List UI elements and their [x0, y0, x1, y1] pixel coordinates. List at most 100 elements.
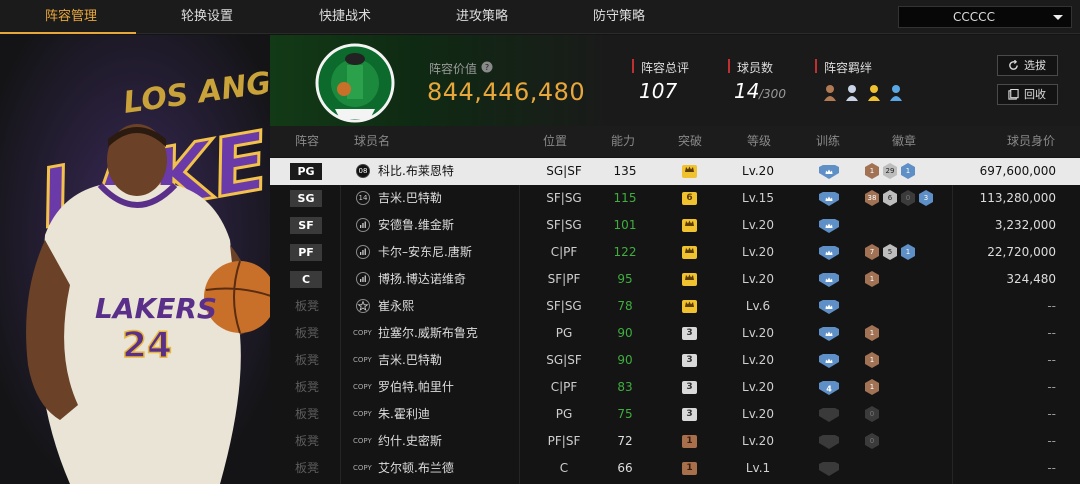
player-market-value: -- — [1047, 461, 1056, 475]
table-row[interactable]: 板凳 COPY 艾尔顿.布兰德 C 66 1 Lv.1 -- — [270, 455, 1080, 482]
position-slot-badge[interactable]: C — [290, 271, 322, 288]
player-market-value: 22,720,000 — [987, 245, 1056, 259]
copy-card-icon: COPY — [353, 383, 372, 391]
player-name[interactable]: 吉米.巴特勒 — [378, 185, 442, 212]
player-name[interactable]: 拉塞尔.威斯布鲁克 — [378, 320, 478, 347]
training-badge[interactable] — [819, 192, 839, 206]
training-badge[interactable] — [819, 273, 839, 287]
tab-quick-tactics[interactable]: 快捷战术 — [319, 0, 371, 34]
badge-level-icon[interactable]: 1 — [865, 379, 879, 395]
table-row[interactable]: PG 08 科比.布莱恩特 SG|SF 135 Lv.20 1 29 1 697,600,000 — [270, 158, 1080, 185]
training-badge[interactable] — [819, 219, 839, 233]
training-badge[interactable] — [819, 435, 839, 449]
position-slot-badge[interactable]: PG — [290, 163, 322, 180]
table-row[interactable]: SF 安德鲁.维金斯 SF|SG 101 Lv.20 3,232,000 — [270, 212, 1080, 239]
player-level: Lv.1 — [745, 461, 771, 475]
badge-level-icon[interactable]: 0 — [865, 406, 879, 422]
player-name[interactable]: 卡尔–安东尼.唐斯 — [378, 239, 472, 266]
badge-level-icon[interactable]: 1 — [901, 244, 915, 260]
badge-level-icon[interactable]: 29 — [883, 163, 897, 179]
player-count-max: /300 — [759, 87, 786, 101]
badge-level-icon[interactable]: 1 — [865, 163, 879, 179]
badge-level-icon[interactable]: 6 — [883, 190, 897, 206]
bond-bronze-icon — [824, 85, 836, 101]
recycle-button[interactable]: 回收 — [997, 84, 1058, 105]
player-market-value: -- — [1047, 407, 1056, 421]
breakthrough-badge: 1 — [682, 462, 697, 475]
training-badge[interactable] — [819, 246, 839, 260]
player-name[interactable]: 吉米.巴特勒 — [378, 347, 442, 374]
table-row[interactable]: 板凳 COPY 朱.霍利迪 PG 75 3 Lv.20 0 -- — [270, 401, 1080, 428]
position-slot-badge[interactable]: PF — [290, 244, 322, 261]
table-row[interactable]: 板凳 COPY 拉塞尔.威斯布鲁克 PG 90 3 Lv.20 1 -- — [270, 320, 1080, 347]
table-row[interactable]: SG 14 吉米.巴特勒 SF|SG 115 6 Lv.15 38 6 0 3 113,280,000 — [270, 185, 1080, 212]
player-market-value: -- — [1047, 380, 1056, 394]
crown-icon — [685, 274, 694, 280]
table-row[interactable]: 板凳 COPY 吉米.巴特勒 SG|SF 90 3 Lv.20 1 -- — [270, 347, 1080, 374]
player-name[interactable]: 罗伯特.帕里什 — [378, 374, 454, 401]
player-level: Lv.20 — [742, 218, 774, 232]
help-icon[interactable]: ? — [481, 61, 493, 73]
featured-player-portrait: LOS ANGELES LAKERS LAKERS 24 — [0, 35, 270, 484]
chevron-down-icon — [1053, 15, 1063, 20]
player-position: PG — [555, 326, 573, 340]
player-ability: 122 — [613, 245, 637, 259]
badge-level-icon[interactable]: 5 — [883, 244, 897, 260]
badge-level-icon[interactable]: 0 — [865, 433, 879, 449]
tab-offense-strategy[interactable]: 进攻策略 — [456, 0, 508, 34]
shield-icon — [819, 435, 839, 449]
training-badge[interactable] — [819, 462, 839, 476]
team-dropdown[interactable]: CCCCC — [898, 6, 1072, 28]
training-badge[interactable] — [819, 408, 839, 422]
training-badge[interactable] — [819, 300, 839, 314]
crown-icon — [685, 301, 694, 307]
badge-level-icon[interactable]: 38 — [865, 190, 879, 206]
player-ability: 90 — [617, 326, 633, 340]
table-row[interactable]: 板凳 COPY 罗伯特.帕里什 C|PF 83 3 Lv.20 4 1 -- — [270, 374, 1080, 401]
training-badge[interactable]: 4 — [819, 381, 839, 395]
player-name[interactable]: 艾尔顿.布兰德 — [378, 455, 454, 482]
badge-level-icon[interactable]: 3 — [919, 190, 933, 206]
shield-icon — [819, 165, 839, 179]
player-ability: 101 — [613, 218, 637, 232]
badge-level-icon[interactable]: 1 — [865, 325, 879, 341]
player-level: Lv.20 — [742, 407, 774, 421]
badge-level-icon[interactable]: 1 — [901, 163, 915, 179]
player-name[interactable]: 朱.霍利迪 — [378, 401, 430, 428]
table-row[interactable]: 板凳 COPY 约什.史密斯 PF|SF 72 1 Lv.20 0 -- — [270, 428, 1080, 455]
tab-lineup-management[interactable]: 阵容管理 — [45, 0, 97, 34]
player-name[interactable]: 科比.布莱恩特 — [378, 158, 454, 185]
table-row[interactable]: PF 卡尔–安东尼.唐斯 C|PF 122 Lv.20 7 5 1 22,720,000 — [270, 239, 1080, 266]
tab-rotation-settings[interactable]: 轮换设置 — [181, 0, 233, 34]
player-name[interactable]: 博扬.博达诺维奇 — [378, 266, 466, 293]
player-position: C|PF — [550, 245, 578, 259]
training-badge[interactable] — [819, 327, 839, 341]
crown-icon — [685, 166, 694, 172]
copy-card-icon: COPY — [353, 329, 372, 337]
tab-defense-strategy[interactable]: 防守策略 — [593, 0, 645, 34]
player-count: 14 — [734, 79, 760, 103]
training-badge[interactable] — [819, 165, 839, 179]
player-name[interactable]: 安德鲁.维金斯 — [378, 212, 454, 239]
badge-level-icon[interactable]: 1 — [865, 352, 879, 368]
shield-icon — [819, 354, 839, 368]
player-name[interactable]: 约什.史密斯 — [378, 428, 442, 455]
breakthrough-badge — [682, 300, 697, 313]
position-slot-badge[interactable]: SG — [290, 190, 322, 207]
position-slot-badge[interactable]: SF — [290, 217, 322, 234]
badge-level-icon[interactable]: 7 — [865, 244, 879, 260]
select-button[interactable]: 选拔 — [997, 55, 1058, 76]
badge-level-icon[interactable]: 1 — [865, 271, 879, 287]
copy-card-icon: COPY — [353, 464, 372, 472]
training-badge[interactable] — [819, 354, 839, 368]
table-row[interactable]: 板凳 崔永熙 SF|SG 78 Lv.6 -- — [270, 293, 1080, 320]
badge-level-icon[interactable]: 0 — [901, 190, 915, 206]
player-level: Lv.20 — [742, 353, 774, 367]
player-market-value: 324,480 — [1006, 272, 1056, 286]
col-level: 等级 — [747, 134, 772, 148]
player-count-label: 球员数 — [737, 61, 774, 75]
bond-icons[interactable] — [821, 81, 911, 103]
player-name[interactable]: 崔永熙 — [378, 293, 414, 320]
breakthrough-badge: 3 — [682, 354, 697, 367]
table-row[interactable]: C 博扬.博达诺维奇 SF|PF 95 Lv.20 1 324,480 — [270, 266, 1080, 293]
